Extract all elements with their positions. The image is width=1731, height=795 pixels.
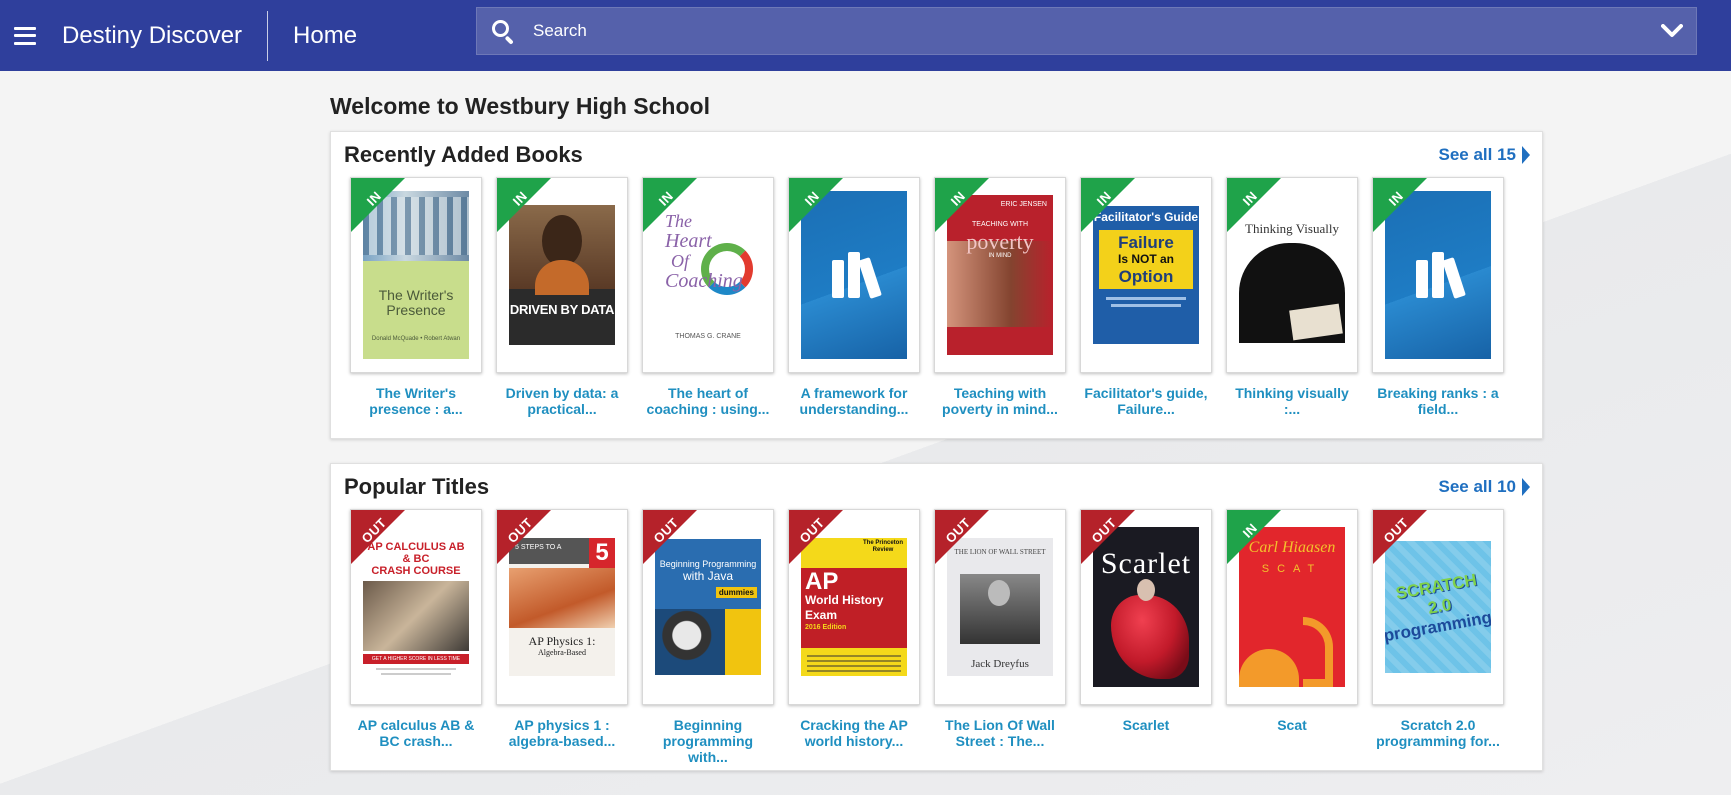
status-out-badge: OUT	[935, 510, 989, 564]
library-books-icon	[1416, 252, 1466, 299]
caret-right-icon	[1522, 478, 1530, 496]
book-title[interactable]: Teaching with poverty in mind...	[934, 385, 1066, 417]
book-cover[interactable]: IN	[788, 177, 920, 373]
book-title[interactable]: Facilitator's guide, Failure...	[1080, 385, 1212, 417]
status-in-badge: IN	[351, 178, 405, 232]
book-title[interactable]: AP calculus AB & BC crash...	[350, 717, 482, 749]
status-out-badge: OUT	[789, 510, 843, 564]
book-title[interactable]: The Writer's presence : a...	[350, 385, 482, 417]
book-cover[interactable]: IN The Writer's Presence Donald McQuade …	[350, 177, 482, 373]
book-scat[interactable]: IN Carl Hiaasen SCAT Scat	[1226, 509, 1358, 733]
book-cover[interactable]: OUT THE LION OF WALL STREET Jack Dreyfus	[934, 509, 1066, 705]
book-thinking-visually[interactable]: IN Thinking Visually Thinking visually :…	[1226, 177, 1358, 417]
book-ap-calculus[interactable]: OUT AP CALCULUS AB & BC CRASH COURSE GET…	[350, 509, 482, 749]
book-title[interactable]: Thinking visually :...	[1226, 385, 1358, 417]
book-title[interactable]: Driven by data: a practical...	[496, 385, 628, 417]
book-title[interactable]: Scarlet	[1080, 717, 1212, 733]
book-title[interactable]: Scratch 2.0 programming for...	[1372, 717, 1504, 749]
book-scratch-programming[interactable]: OUT SCRATCH 2.0 programming Scratch 2.0 …	[1372, 509, 1504, 749]
book-cover[interactable]: IN DRIVEN BY DATA	[496, 177, 628, 373]
header-divider	[267, 10, 269, 61]
book-lion-of-wall-street[interactable]: OUT THE LION OF WALL STREET Jack Dreyfus…	[934, 509, 1066, 749]
status-in-badge: IN	[497, 178, 551, 232]
book-breaking-ranks[interactable]: IN Breaking ranks : a field...	[1372, 177, 1504, 417]
book-cover[interactable]: IN Carl Hiaasen SCAT	[1226, 509, 1358, 705]
library-books-icon	[832, 252, 882, 299]
book-cracking-ap-world-history[interactable]: OUT The Princeton Review AP World Histor…	[788, 509, 920, 749]
book-cover[interactable]: IN ERIC JENSEN TEACHING WITH poverty IN …	[934, 177, 1066, 373]
book-title[interactable]: A framework for understanding...	[788, 385, 920, 417]
status-out-badge: OUT	[1373, 510, 1427, 564]
status-in-badge: IN	[789, 178, 843, 232]
see-all-recent-label: See all 15	[1438, 145, 1516, 164]
top-bar: Destiny Discover Home	[0, 0, 1731, 71]
book-title[interactable]: The heart of coaching : using...	[642, 385, 774, 417]
book-cover[interactable]: IN Facilitator's Guide Failure Is NOT an…	[1080, 177, 1212, 373]
book-ap-physics[interactable]: OUT 5 STEPS TO A 5 AP Physics 1: Algebra…	[496, 509, 628, 749]
status-in-badge: IN	[643, 178, 697, 232]
book-framework-understanding[interactable]: IN A framework for understanding...	[788, 177, 920, 417]
status-in-badge: IN	[1081, 178, 1135, 232]
book-cover[interactable]: OUT Beginning Programming with Java dumm…	[642, 509, 774, 705]
popular-titles-panel: Popular Titles See all 10 OUT AP CALCULU…	[330, 463, 1543, 771]
search-input[interactable]	[533, 8, 1648, 54]
book-teaching-with-poverty[interactable]: IN ERIC JENSEN TEACHING WITH poverty IN …	[934, 177, 1066, 417]
book-cover[interactable]: OUT SCRATCH 2.0 programming	[1372, 509, 1504, 705]
book-cover[interactable]: IN The Heart Of Coaching THOMAS G. CRANE	[642, 177, 774, 373]
recently-added-title: Recently Added Books	[344, 142, 583, 167]
book-cover[interactable]: IN Thinking Visually	[1226, 177, 1358, 373]
book-writers-presence[interactable]: IN The Writer's Presence Donald McQuade …	[350, 177, 482, 417]
status-out-badge: OUT	[1081, 510, 1135, 564]
book-beginning-programming[interactable]: OUT Beginning Programming with Java dumm…	[642, 509, 774, 765]
book-cover[interactable]: OUT Scarlet	[1080, 509, 1212, 705]
book-title[interactable]: Scat	[1226, 717, 1358, 733]
see-all-popular-link[interactable]: See all 10	[1438, 477, 1530, 497]
status-out-badge: OUT	[497, 510, 551, 564]
status-in-badge: IN	[1227, 178, 1281, 232]
book-cover[interactable]: IN	[1372, 177, 1504, 373]
chevron-down-icon[interactable]	[1648, 7, 1696, 55]
home-link[interactable]: Home	[293, 22, 357, 50]
book-title[interactable]: AP physics 1 : algebra-based...	[496, 717, 628, 749]
welcome-heading: Welcome to Westbury High School	[330, 93, 710, 119]
search-bar	[476, 7, 1697, 55]
app-brand[interactable]: Destiny Discover	[62, 22, 242, 50]
book-cover[interactable]: OUT 5 STEPS TO A 5 AP Physics 1: Algebra…	[496, 509, 628, 705]
status-in-badge: IN	[935, 178, 989, 232]
see-all-popular-label: See all 10	[1438, 477, 1516, 496]
popular-titles-title: Popular Titles	[344, 474, 490, 499]
status-out-badge: OUT	[643, 510, 697, 564]
book-cover[interactable]: OUT AP CALCULUS AB & BC CRASH COURSE GET…	[350, 509, 482, 705]
book-cover[interactable]: OUT The Princeton Review AP World Histor…	[788, 509, 920, 705]
status-in-badge: IN	[1373, 178, 1427, 232]
status-in-badge: IN	[1227, 510, 1281, 564]
book-title[interactable]: Cracking the AP world history...	[788, 717, 920, 749]
book-title[interactable]: Breaking ranks : a field...	[1372, 385, 1504, 417]
recently-added-panel: Recently Added Books See all 15 IN The W…	[330, 131, 1543, 439]
hamburger-menu-icon[interactable]	[14, 26, 36, 45]
book-facilitators-guide[interactable]: IN Facilitator's Guide Failure Is NOT an…	[1080, 177, 1212, 417]
book-driven-by-data[interactable]: IN DRIVEN BY DATA Driven by data: a prac…	[496, 177, 628, 417]
search-icon[interactable]	[491, 19, 515, 45]
caret-right-icon	[1522, 146, 1530, 164]
see-all-recent-link[interactable]: See all 15	[1438, 145, 1530, 165]
book-title[interactable]: The Lion Of Wall Street : The...	[934, 717, 1066, 749]
book-heart-of-coaching[interactable]: IN The Heart Of Coaching THOMAS G. CRANE…	[642, 177, 774, 417]
status-out-badge: OUT	[351, 510, 405, 564]
book-title[interactable]: Beginning programming with...	[642, 717, 774, 765]
book-scarlet[interactable]: OUT Scarlet Scarlet	[1080, 509, 1212, 733]
